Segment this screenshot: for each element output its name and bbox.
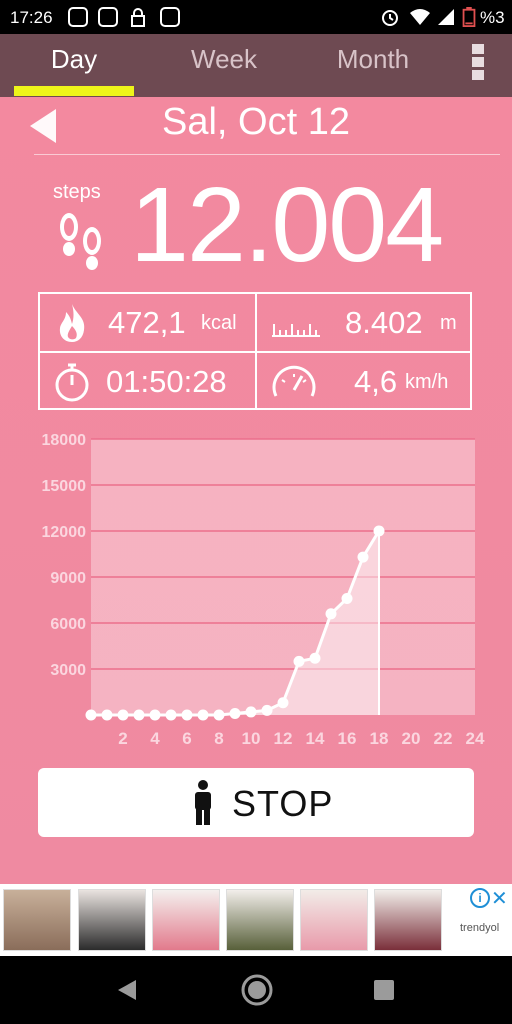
- data-point: [213, 709, 225, 721]
- data-point: [373, 525, 385, 537]
- x-tick-label: 12: [274, 729, 293, 748]
- data-point: [181, 709, 193, 721]
- x-tick-label: 2: [118, 729, 127, 748]
- x-tick-label: 10: [242, 729, 261, 748]
- x-tick-label: 18: [370, 729, 389, 748]
- speed-value: 4,6: [354, 364, 398, 399]
- divider: [34, 154, 500, 155]
- stats-grid: 472,1 kcal 8.402 m 01:50:28 4,6 km/h: [38, 292, 472, 410]
- distance-value: 8.402: [345, 305, 423, 340]
- data-point: [309, 652, 321, 664]
- ruler-icon: [272, 324, 320, 337]
- duration-value: 01:50:28: [106, 364, 227, 399]
- ad-brand: trendyol: [460, 922, 500, 934]
- x-tick-label: 6: [182, 729, 191, 748]
- footprints-icon: [60, 213, 101, 270]
- y-tick-label: 3000: [50, 662, 86, 679]
- active-tab-indicator: [14, 86, 134, 96]
- data-point: [325, 608, 337, 620]
- data-point: [229, 707, 241, 719]
- data-point: [149, 709, 161, 721]
- ad-product-image[interactable]: [300, 889, 368, 951]
- data-point: [277, 697, 289, 709]
- ad-close-icon[interactable]: ✕: [491, 886, 508, 911]
- stop-button-label: STOP: [232, 783, 334, 824]
- date-title: Sal, Oct 12: [162, 101, 350, 143]
- person-icon: [195, 780, 211, 825]
- steps-label: steps: [53, 181, 101, 203]
- recents-nav-icon[interactable]: [373, 979, 395, 1001]
- steps-chart: 300060009000120001500018000 2 4 6 8 10 12 14 16…: [42, 432, 485, 748]
- ad-product-image[interactable]: [226, 889, 294, 951]
- x-tick-label: 14: [306, 729, 325, 748]
- speed-unit: km/h: [405, 371, 449, 393]
- tab-week[interactable]: Week: [164, 44, 284, 75]
- ad-product-image[interactable]: [78, 889, 146, 951]
- x-tick-label: 22: [434, 729, 453, 748]
- data-point: [101, 709, 113, 721]
- wifi-icon: [410, 9, 430, 25]
- ad-info-icon[interactable]: i: [470, 888, 490, 908]
- y-tick-label: 6000: [50, 616, 86, 633]
- data-point: [261, 704, 273, 716]
- calories-unit: kcal: [201, 312, 237, 334]
- steps-count: 12.004: [130, 166, 444, 284]
- tab-month[interactable]: Month: [313, 44, 433, 75]
- back-nav-icon[interactable]: [116, 978, 138, 1002]
- status-time: 17:26: [10, 8, 53, 27]
- lock-icon: [131, 8, 145, 27]
- day-view: Sal, Oct 12 steps 12.004 472,1 kcal 8.40…: [0, 97, 512, 884]
- data-point: [133, 709, 145, 721]
- alarm-icon: [382, 10, 398, 26]
- calories-value: 472,1: [108, 305, 186, 340]
- instagram-icon: [98, 7, 118, 27]
- y-tick-label: 18000: [42, 432, 87, 449]
- ad-product-image[interactable]: [152, 889, 220, 951]
- ad-banner[interactable]: i ✕ trendyol: [0, 884, 512, 956]
- footsteps-app-icon: [160, 7, 180, 27]
- tab-day[interactable]: Day: [14, 44, 134, 75]
- x-tick-label: 16: [338, 729, 357, 748]
- x-tick-label: 4: [150, 729, 160, 748]
- speedometer-icon: [272, 365, 316, 397]
- battery-percent: %3: [480, 8, 505, 27]
- ad-product-image[interactable]: [374, 889, 442, 951]
- more-menu-icon[interactable]: [472, 44, 486, 82]
- ad-product-image[interactable]: [3, 889, 71, 951]
- instagram-icon: [68, 7, 88, 27]
- x-tick-label: 20: [402, 729, 421, 748]
- y-tick-label: 9000: [50, 570, 86, 587]
- system-nav-bar: [0, 956, 512, 1024]
- x-tick-label: 8: [214, 729, 223, 748]
- y-tick-label: 15000: [42, 478, 87, 495]
- status-bar: 17:26 %3: [0, 0, 512, 34]
- data-point: [165, 709, 177, 721]
- distance-unit: m: [440, 312, 457, 334]
- stopwatch-icon: [55, 363, 89, 402]
- battery-icon: [462, 7, 476, 27]
- data-point: [117, 709, 129, 721]
- stop-button[interactable]: STOP: [38, 768, 474, 837]
- data-point: [341, 592, 353, 604]
- flame-icon: [59, 304, 85, 342]
- data-point: [197, 709, 209, 721]
- signal-icon: [438, 9, 454, 25]
- y-tick-label: 12000: [42, 524, 87, 541]
- home-nav-icon[interactable]: [240, 973, 274, 1007]
- x-tick-label: 24: [466, 729, 485, 748]
- data-point: [85, 709, 97, 721]
- data-point: [357, 551, 369, 563]
- data-point: [293, 655, 305, 667]
- data-point: [245, 706, 257, 718]
